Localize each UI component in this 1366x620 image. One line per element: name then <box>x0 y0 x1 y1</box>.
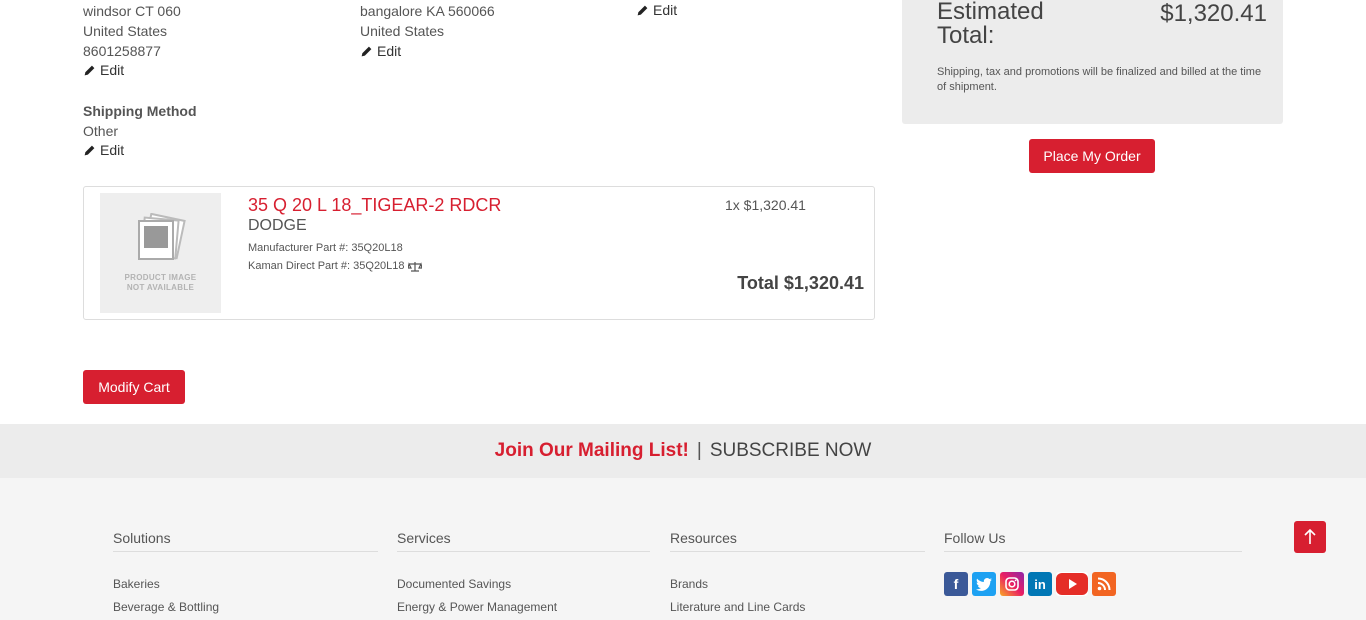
footer-link[interactable]: Beverage & Bottling <box>113 600 378 614</box>
pencil-icon <box>84 65 95 75</box>
footer-heading-solutions: Solutions <box>113 530 378 552</box>
pencil-icon <box>637 5 648 15</box>
shipping-country: United States <box>360 23 445 39</box>
estimated-total-label: Estimated Total: <box>937 0 1044 48</box>
instagram-icon[interactable] <box>1000 572 1024 596</box>
mailing-separator: | <box>696 440 702 461</box>
billing-country: United States <box>83 23 168 39</box>
product-image-placeholder: PRODUCT IMAGE NOT AVAILABLE <box>100 193 221 313</box>
estimated-total-value: $1,320.41 <box>1160 0 1267 27</box>
summary-note: Shipping, tax and promotions will be fin… <box>937 66 1262 93</box>
estimated-label-line1: Estimated <box>937 0 1044 25</box>
kaman-part-number-row: Kaman Direct Part #: 35Q20L18 <box>248 260 422 272</box>
cart-item-card: PRODUCT IMAGE NOT AVAILABLE 35 Q 20 L 18… <box>83 186 875 320</box>
footer-col-services: Services Documented Savings Energy & Pow… <box>397 530 650 614</box>
shipping-method-edit-link[interactable]: Edit <box>83 142 124 158</box>
social-icons: f in <box>944 572 1242 596</box>
shipping-city-line: bangalore KA 560066 <box>360 3 495 19</box>
shipping-method-heading: Shipping Method <box>83 103 197 119</box>
site-footer: Solutions Bakeries Beverage & Bottling S… <box>0 478 1366 620</box>
footer-link[interactable]: Documented Savings <box>397 577 650 591</box>
join-mailing-list-text: Join Our Mailing List! <box>494 440 689 461</box>
image-unavailable-line2: NOT AVAILABLE <box>126 283 195 292</box>
shipping-method-edit-label: Edit <box>100 142 125 158</box>
footer-heading-follow: Follow Us <box>944 530 1242 552</box>
kaman-part-number: Kaman Direct Part #: 35Q20L18 <box>248 260 405 272</box>
modify-cart-button[interactable]: Modify Cart <box>83 370 185 404</box>
footer-heading-resources: Resources <box>670 530 925 552</box>
rss-icon[interactable] <box>1092 572 1116 596</box>
billing-edit-link[interactable]: Edit <box>83 62 124 78</box>
pencil-icon <box>361 46 372 56</box>
photo-stack-icon <box>137 213 186 260</box>
footer-col-solutions: Solutions Bakeries Beverage & Bottling <box>113 530 378 614</box>
pencil-icon <box>84 145 95 155</box>
mailing-list-bar: Join Our Mailing List! | SUBSCRIBE NOW <box>0 424 1366 478</box>
shipping-edit-label: Edit <box>377 43 402 59</box>
billing-city-line: windsor CT 060 <box>83 3 181 19</box>
footer-link[interactable]: Literature and Line Cards <box>670 600 925 614</box>
back-to-top-button[interactable] <box>1294 521 1326 553</box>
arrow-up-icon <box>1304 529 1316 544</box>
youtube-icon[interactable] <box>1056 572 1088 596</box>
quantity-price: 1x $1,320.41 <box>725 197 806 213</box>
image-unavailable-line1: PRODUCT IMAGE <box>124 273 197 282</box>
subscribe-now-link[interactable]: SUBSCRIBE NOW <box>710 440 872 462</box>
place-order-button[interactable]: Place My Order <box>1029 139 1155 173</box>
product-brand: DODGE <box>248 217 307 234</box>
product-title-link[interactable]: 35 Q 20 L 18_TIGEAR-2 RDCR <box>248 195 501 216</box>
order-summary-panel: Estimated Total: $1,320.41 Shipping, tax… <box>902 0 1283 124</box>
manufacturer-part-number: Manufacturer Part #: 35Q20L18 <box>248 242 403 254</box>
footer-link[interactable]: Energy & Power Management <box>397 600 650 614</box>
linkedin-icon[interactable]: in <box>1028 572 1052 596</box>
footer-heading-services: Services <box>397 530 650 552</box>
footer-col-resources: Resources Brands Literature and Line Car… <box>670 530 925 614</box>
balance-scale-icon[interactable] <box>407 261 422 272</box>
footer-link[interactable]: Brands <box>670 577 925 591</box>
payment-edit-label: Edit <box>653 2 678 18</box>
estimated-label-line2: Total: <box>937 22 995 49</box>
billing-phone: 8601258877 <box>83 43 161 59</box>
shipping-edit-link[interactable]: Edit <box>360 43 401 59</box>
facebook-icon[interactable]: f <box>944 572 968 596</box>
billing-edit-label: Edit <box>100 62 125 78</box>
footer-link[interactable]: Bakeries <box>113 577 378 591</box>
shipping-method-value: Other <box>83 123 119 139</box>
payment-edit-link[interactable]: Edit <box>636 2 677 18</box>
twitter-icon[interactable] <box>972 572 996 596</box>
footer-col-follow: Follow Us f in <box>944 530 1242 596</box>
line-total: Total $1,320.41 <box>737 273 864 293</box>
